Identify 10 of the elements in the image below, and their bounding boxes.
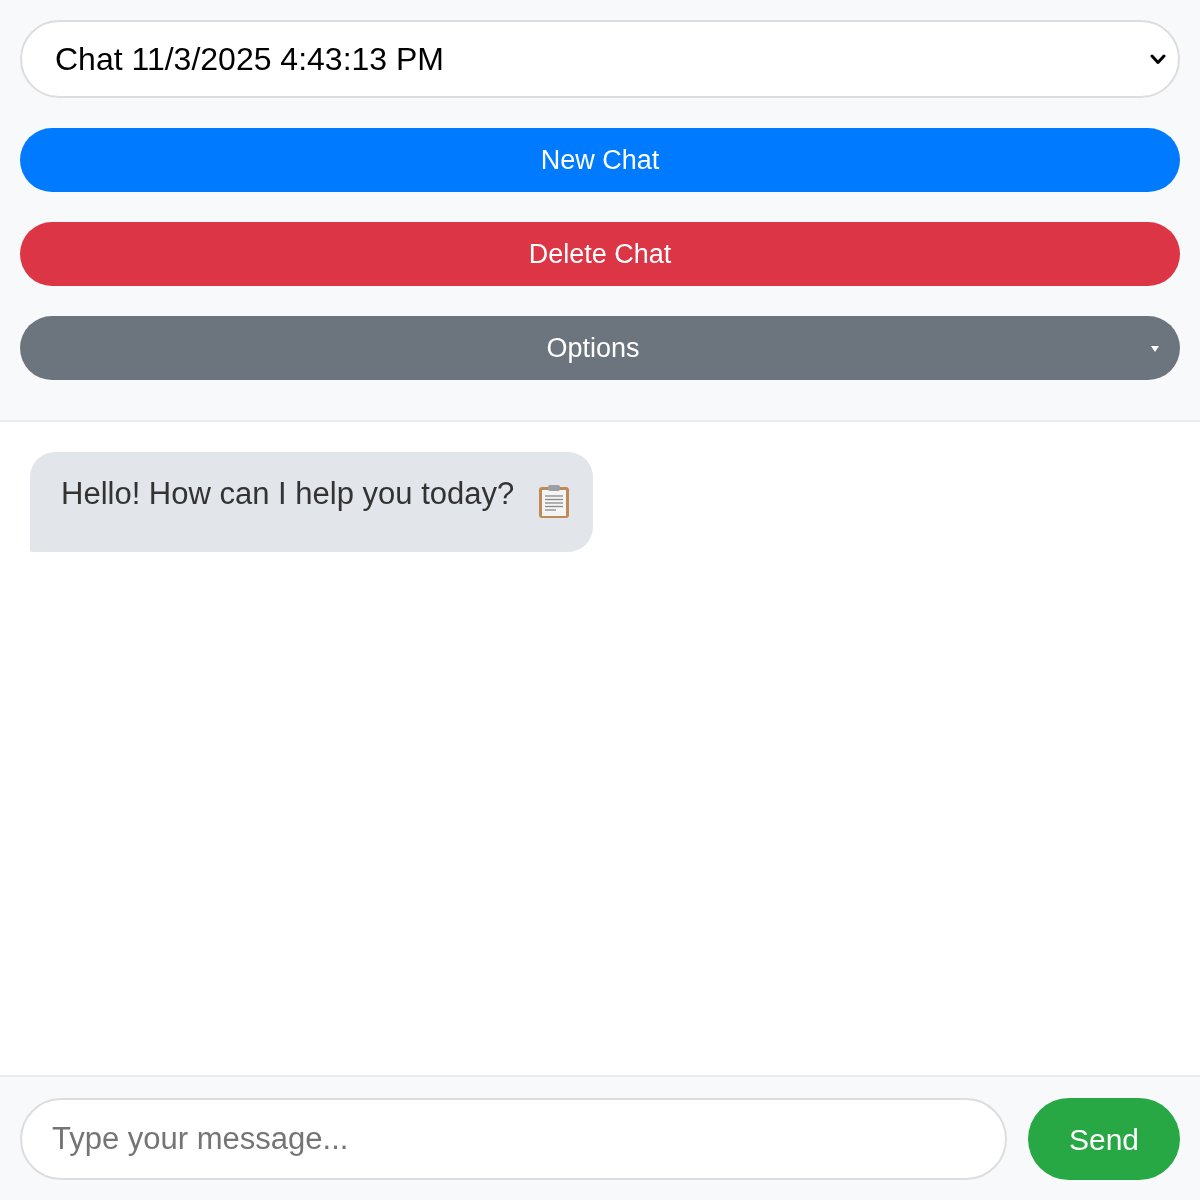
delete-chat-button[interactable]: Delete Chat: [20, 222, 1180, 286]
chevron-down-icon: [1150, 53, 1166, 65]
message-text: Hello! How can I help you today?: [61, 475, 515, 513]
chat-select[interactable]: Chat 11/3/2025 4:43:13 PM: [20, 20, 1180, 98]
new-chat-button[interactable]: New Chat: [20, 128, 1180, 192]
send-button[interactable]: Send: [1028, 1098, 1180, 1180]
options-dropdown-button[interactable]: Options: [20, 316, 1180, 380]
message-input-field[interactable]: Type your message...: [20, 1098, 1007, 1180]
clipboard-icon: [538, 484, 571, 519]
caret-down-icon: [1151, 346, 1159, 352]
